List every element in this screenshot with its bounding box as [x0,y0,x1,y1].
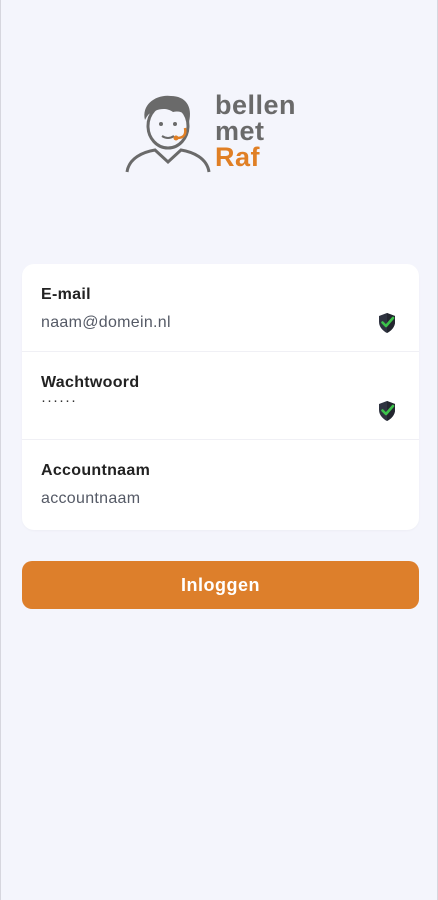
password-field[interactable]: Wachtwoord ······ [22,352,419,440]
login-button[interactable]: Inloggen [22,561,419,609]
account-field[interactable]: Accountnaam accountnaam [22,440,419,528]
brand-line-3: Raf [215,142,261,172]
account-input[interactable]: accountnaam [41,490,140,508]
shield-check-icon [379,313,395,333]
password-input[interactable]: ······ [41,392,77,409]
account-label: Accountnaam [41,462,151,479]
email-input[interactable]: naam@domein.nl [41,314,171,332]
brand-wordmark: bellen met Raf [215,90,297,172]
brand-line-2: met [215,116,265,146]
password-label: Wachtwoord [41,374,140,391]
login-form-card: E-mail naam@domein.nl Wachtwoord ······ … [22,264,419,530]
shield-check-icon [379,401,395,421]
brand-line-1: bellen [215,90,297,120]
email-label: E-mail [41,286,91,303]
app-logo: bellen met Raf [123,92,323,182]
avatar-headset-icon [125,95,211,173]
login-screen: bellen met Raf E-mail naam@domein.nl Wac… [0,0,438,900]
email-field[interactable]: E-mail naam@domein.nl [22,264,419,352]
